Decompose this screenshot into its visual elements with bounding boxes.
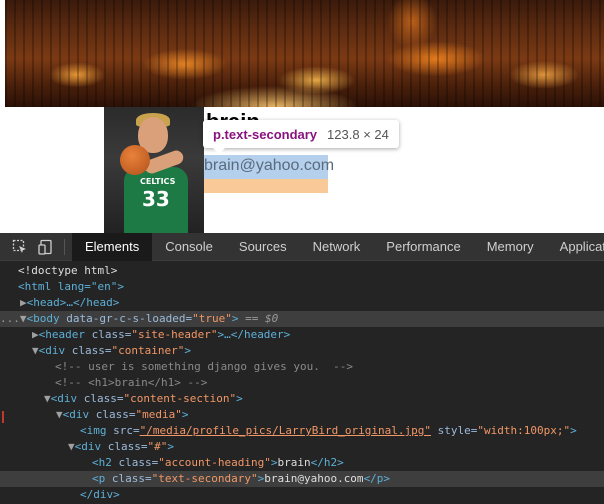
basketball-icon — [120, 145, 150, 175]
expanded-triangle-icon[interactable]: ▼ — [56, 408, 63, 421]
devtools-panel: Elements Console Sources Network Perform… — [0, 233, 604, 504]
content-class-value: "content-section" — [123, 392, 237, 405]
comment-text-2: <!-- <h1>brain</h1> --> — [55, 376, 208, 389]
selected-node-marker: == $0 — [238, 312, 279, 325]
head-tag: <head>…</head> — [26, 296, 120, 309]
dom-line-head[interactable]: ▶<head>…</head> — [0, 295, 604, 311]
tab-application[interactable]: Application — [547, 233, 604, 261]
dom-line-html[interactable]: <html lang="en"> — [0, 279, 604, 295]
container-class-value: "container" — [111, 344, 185, 357]
tab-console[interactable]: Console — [152, 233, 226, 261]
left-edge-marker — [2, 411, 4, 423]
dom-line-doctype[interactable]: <!doctype html> — [0, 263, 604, 279]
gutter-dots-icon[interactable]: ... — [0, 312, 20, 325]
img-src-value[interactable]: "/media/profile_pics/LarryBird_original.… — [140, 424, 431, 437]
inspect-tooltip: p.text-secondary 123.8 × 24 — [203, 120, 399, 154]
email-highlight-overlay: brain@yahoo.com — [204, 155, 334, 193]
body-tag: body — [33, 312, 60, 325]
tab-performance[interactable]: Performance — [373, 233, 473, 261]
tooltip-selector: p.text-secondary — [213, 126, 318, 142]
page-viewport: CELTICS 33 brain brain@yahoo.com p.text-… — [0, 0, 604, 233]
device-toolbar-icon[interactable] — [38, 239, 54, 255]
toolbar-separator — [64, 239, 65, 255]
tab-elements[interactable]: Elements — [72, 233, 153, 261]
jersey-number: 33 — [142, 187, 170, 211]
expanded-triangle-icon[interactable]: ▼ — [20, 312, 27, 325]
header-class-value: "site-header" — [131, 328, 218, 341]
dom-line-body[interactable]: ...▼<body data-gr-c-s-loaded="true"> == … — [0, 311, 604, 327]
dom-line-div-close[interactable]: </div> — [0, 487, 604, 503]
inner-div-class-value: "#" — [147, 440, 168, 453]
body-attr: data-gr-c-s-loaded — [66, 312, 186, 325]
city-night-banner — [5, 0, 604, 107]
h2-class-value: "account-heading" — [158, 456, 271, 469]
dom-line-comment-2[interactable]: <!-- <h1>brain</h1> --> — [0, 375, 604, 391]
doctype-text: <!doctype html> — [18, 264, 118, 277]
dom-line-header[interactable]: ▶<header class="site-header">…</header> — [0, 327, 604, 343]
dom-line-container[interactable]: ▼<div class="container"> — [0, 343, 604, 359]
jersey-text: CELTICS — [140, 177, 176, 186]
dom-line-comment-1[interactable]: <!-- user is something django gives you.… — [0, 359, 604, 375]
inspect-element-icon[interactable] — [12, 239, 28, 255]
tooltip-dimensions: 123.8 × 24 — [327, 126, 389, 142]
dom-line-p-hovered[interactable]: <p class="text-secondary">brain@yahoo.co… — [0, 471, 604, 487]
dom-line-img[interactable]: <img src="/media/profile_pics/LarryBird_… — [0, 423, 604, 439]
devtools-tabs: Elements Console Sources Network Perform… — [72, 233, 604, 261]
p-text: brain@yahoo.com — [264, 472, 364, 485]
margin-box-highlight — [204, 179, 328, 193]
div-close-tag: </div> — [80, 488, 120, 501]
tab-network[interactable]: Network — [300, 233, 374, 261]
comment-text-1: <!-- user is something django gives you.… — [55, 360, 354, 373]
dom-line-h2[interactable]: <h2 class="account-heading">brain</h2> — [0, 455, 604, 471]
body-attr-value: "true" — [192, 312, 232, 325]
p-class-value: "text-secondary" — [151, 472, 258, 485]
collapsed-triangle-icon[interactable]: ▶ — [32, 328, 39, 341]
media-class-value: "media" — [135, 408, 182, 421]
dom-line-inner-div[interactable]: ▼<div class="#"> — [0, 439, 604, 455]
devtools-toolbar: Elements Console Sources Network Perform… — [0, 233, 604, 261]
dom-line-content-section[interactable]: ▼<div class="content-section"> — [0, 391, 604, 407]
tab-sources[interactable]: Sources — [226, 233, 300, 261]
collapsed-triangle-icon[interactable]: ▶ — [20, 296, 27, 309]
expanded-triangle-icon[interactable]: ▼ — [68, 440, 75, 453]
expanded-triangle-icon[interactable]: ▼ — [44, 392, 51, 405]
tab-memory[interactable]: Memory — [474, 233, 547, 261]
profile-picture: CELTICS 33 — [104, 107, 204, 233]
h2-text: brain — [277, 456, 311, 469]
dom-tree: <!doctype html> <html lang="en"> ▶<head>… — [0, 261, 604, 504]
expanded-triangle-icon[interactable]: ▼ — [32, 344, 39, 357]
html-open-tag: <html lang="en"> — [18, 280, 124, 293]
dom-line-media[interactable]: ▼<div class="media"> — [0, 407, 604, 423]
email-text: brain@yahoo.com — [204, 157, 335, 174]
img-style-value: "width:100px;" — [477, 424, 571, 437]
